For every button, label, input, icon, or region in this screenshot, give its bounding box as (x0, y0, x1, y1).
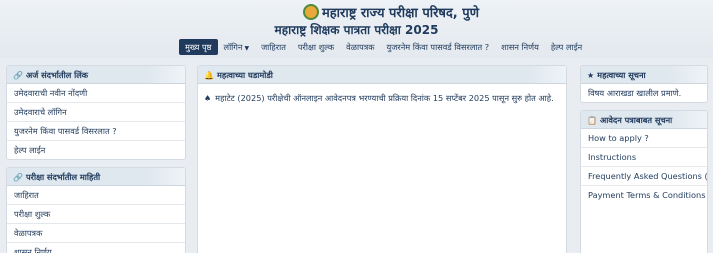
news-text: महाटेट (2025) परीक्षेची ऑनलाइन आवेदनपत्र… (215, 93, 554, 103)
org-title: महाराष्ट्र राज्य परीक्षा परिषद, पुणे (322, 6, 480, 21)
important-news-panel: 🔔 महत्वाच्या घडामोडी ♠ महाटेट (2025) परीक्… (197, 65, 567, 253)
clipboard-icon: 📋 (587, 116, 597, 125)
nav-home[interactable]: मुख्य पृष्ठ (179, 39, 218, 55)
link-icon: 🔗 (13, 71, 23, 80)
nav-advertisement[interactable]: जाहिरात (255, 39, 292, 55)
link-candidate-login[interactable]: उमेदवाराचे लॉगिन (7, 103, 185, 122)
nav-schedule[interactable]: वेळापत्रक (340, 39, 380, 55)
panel-title: आवेदन पत्राबाबत सूचना (599, 115, 673, 125)
application-links-panel: 🔗 अर्ज संदर्भातील लिंक उमेदवाराची नवीन नो… (6, 65, 186, 160)
panel-heading: 📋 आवेदन पत्राबाबत सूचना (581, 111, 707, 129)
link-syllabus[interactable]: विषय आराखडा खालील प्रमाणे. (581, 84, 707, 102)
panel-heading: 🔔 महत्वाच्या घडामोडी (198, 66, 566, 84)
panel-heading: 🔗 अर्ज संदर्भातील लिंक (7, 66, 185, 84)
link-payment-terms[interactable]: Payment Terms & Conditions (581, 186, 707, 205)
spade-bullet-icon: ♠ (204, 94, 212, 103)
panel-title: महत्वाच्या घडामोडी (216, 70, 273, 80)
link-new-registration[interactable]: उमेदवाराची नवीन नोंदणी (7, 84, 185, 103)
site-header: महाराष्ट्र राज्य परीक्षा परिषद, पुणे महा… (0, 0, 713, 58)
chevron-down-icon: ▼ (244, 45, 250, 52)
link-gov-resolution[interactable]: शासन निर्णय (7, 243, 185, 253)
main-nav: मुख्य पृष्ठ लॉगिन ▼ जाहिरात परीक्षा शुल्क… (179, 38, 588, 56)
nav-gov-resolution[interactable]: शासन निर्णय (495, 39, 545, 55)
exam-info-panel: 🔗 परीक्षा संदर्भातील माहिती जाहिरात परीक्… (6, 167, 186, 253)
link-forgot-credentials[interactable]: युजरनेम किंवा पासवर्ड विसरलात ? (7, 122, 185, 141)
panel-heading: 🔗 परीक्षा संदर्भातील माहिती (7, 168, 185, 186)
nav-login-label: लॉगिन (223, 42, 243, 52)
panel-title: अर्ज संदर्भातील लिंक (25, 70, 89, 80)
link-advertisement[interactable]: जाहिरात (7, 186, 185, 205)
panel-title: परीक्षा संदर्भातील माहिती (25, 172, 101, 182)
link-exam-fee[interactable]: परीक्षा शुल्क (7, 205, 185, 224)
link-helpline[interactable]: हेल्प लाईन (7, 141, 185, 159)
link-schedule[interactable]: वेळापत्रक (7, 224, 185, 243)
link-faq[interactable]: Frequently Asked Questions (FAQ) (581, 167, 707, 186)
important-notices-panel: ★ महत्वाच्या सूचना विषय आराखडा खालील प्रम… (580, 65, 708, 103)
link-how-to-apply[interactable]: How to apply ? (581, 129, 707, 148)
mscepune-logo-icon (303, 4, 319, 20)
application-instructions-panel: 📋 आवेदन पत्राबाबत सूचना How to apply ? In… (580, 110, 708, 253)
panel-title: महत्वाच्या सूचना (597, 70, 646, 80)
link-instructions[interactable]: Instructions (581, 148, 707, 167)
nav-exam-fee[interactable]: परीक्षा शुल्क (292, 39, 340, 55)
exam-title: महाराष्ट्र शिक्षक पात्रता परीक्षा 2025 (274, 23, 439, 37)
panel-heading: ★ महत्वाच्या सूचना (581, 66, 707, 84)
nav-helpline[interactable]: हेल्प लाईन (545, 39, 588, 55)
nav-forgot-credentials[interactable]: युजरनेम किंवा पासवर्ड विसरलात ? (381, 39, 496, 55)
link-icon: 🔗 (13, 173, 23, 182)
bell-icon: 🔔 (204, 71, 214, 80)
news-item[interactable]: ♠ महाटेट (2025) परीक्षेची ऑनलाइन आवेदनपत्… (204, 93, 554, 104)
nav-login[interactable]: लॉगिन ▼ (218, 39, 256, 55)
star-icon: ★ (587, 71, 595, 80)
